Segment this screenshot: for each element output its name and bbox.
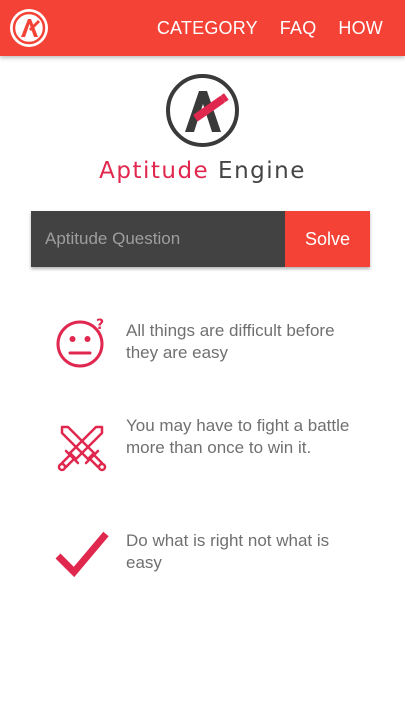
- quote-item: Do what is right not what is easy: [0, 522, 405, 592]
- quote-item: ? All things are difficult before they a…: [0, 312, 405, 382]
- app-logo-icon[interactable]: [9, 8, 49, 48]
- svg-text:?: ?: [96, 317, 104, 333]
- solve-button[interactable]: Solve: [285, 211, 370, 267]
- brand-name-part2: Engine: [218, 158, 306, 184]
- nav-links: CATEGORY FAQ HOW: [157, 0, 383, 56]
- nav-link-category[interactable]: CATEGORY: [157, 18, 258, 39]
- quote-text: You may have to fight a battle more than…: [126, 416, 350, 457]
- crossed-swords-icon: [57, 425, 107, 472]
- top-navbar: CATEGORY FAQ HOW: [0, 0, 405, 56]
- quote-item: You may have to fight a battle more than…: [0, 413, 405, 483]
- brand-name: Aptitude Engine: [0, 158, 405, 184]
- quote-text: All things are difficult before they are…: [126, 321, 335, 362]
- brand-name-part1: Aptitude: [99, 158, 210, 184]
- aptitude-question-input[interactable]: [31, 211, 285, 267]
- nav-link-faq[interactable]: FAQ: [280, 18, 317, 39]
- question-search-bar: Solve: [31, 211, 370, 267]
- confused-face-icon: ?: [56, 317, 104, 368]
- nav-link-how[interactable]: HOW: [338, 18, 383, 39]
- quote-text: Do what is right not what is easy: [126, 531, 330, 572]
- brand-logo-icon: [166, 74, 239, 147]
- checkmark-icon: [55, 531, 109, 578]
